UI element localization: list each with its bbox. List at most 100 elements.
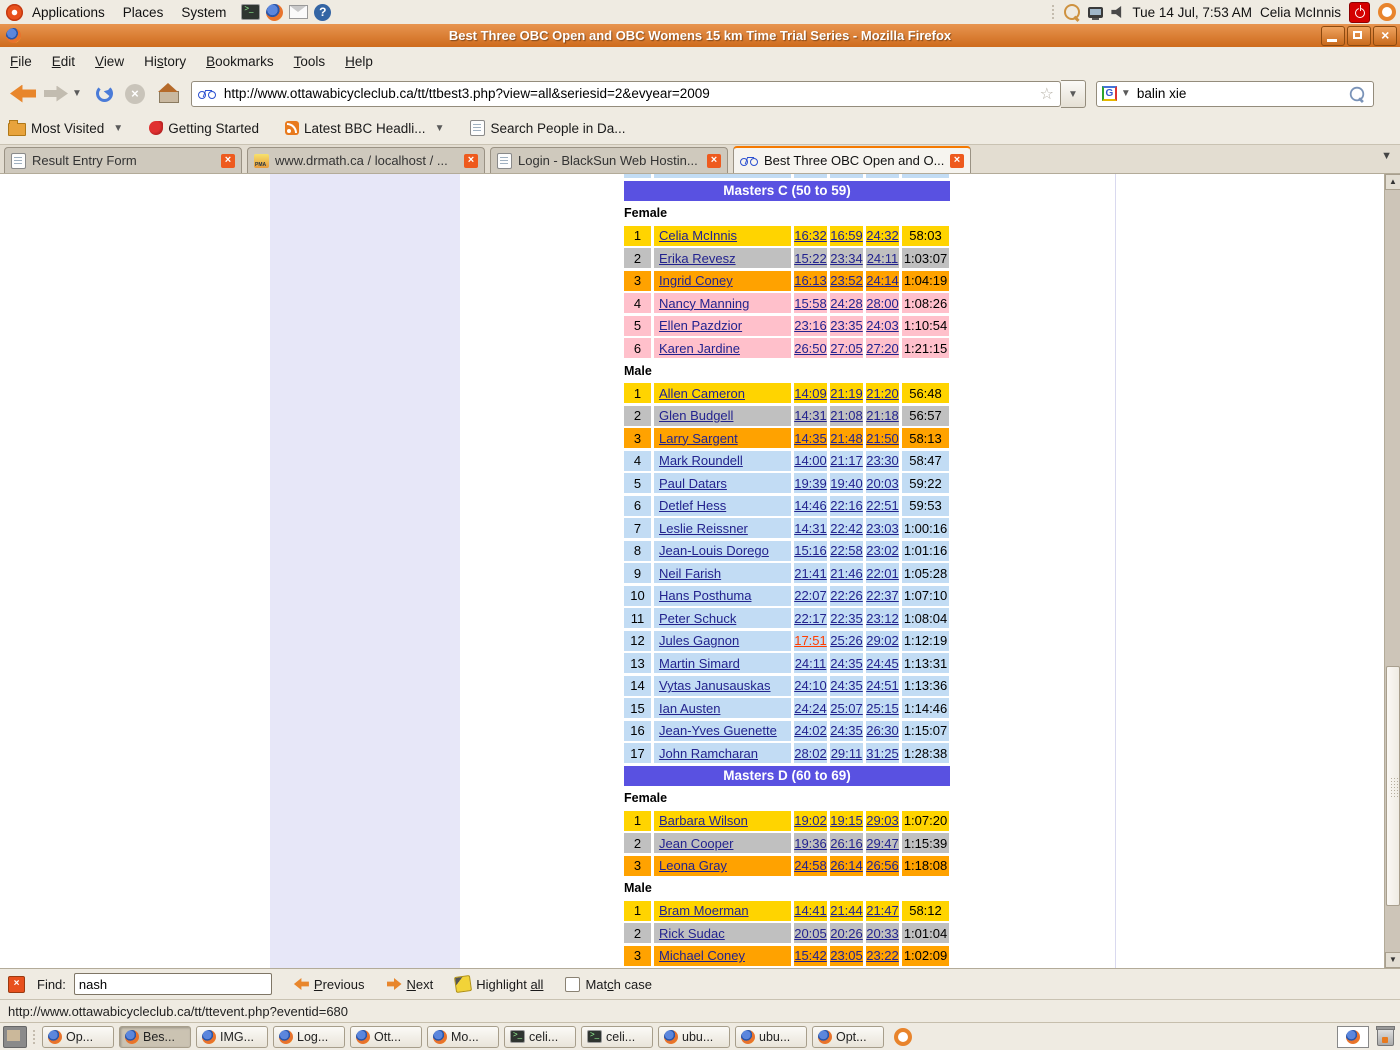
menu-bookmarks[interactable]: Bookmarks <box>196 54 284 69</box>
rider-link[interactable]: Nancy Manning <box>659 296 749 311</box>
time-link[interactable]: 16:32 <box>794 228 827 243</box>
taskbar-window-button[interactable]: ubu... <box>735 1025 807 1048</box>
scroll-up-icon[interactable]: ▲ <box>1385 174 1400 190</box>
rider-link[interactable]: Jean-Louis Dorego <box>659 543 769 558</box>
maximize-button[interactable] <box>1347 25 1371 46</box>
show-desktop-button[interactable] <box>3 1025 27 1048</box>
time-link[interactable]: 22:37 <box>866 588 899 603</box>
rider-link[interactable]: Erika Revesz <box>659 251 736 266</box>
time-link[interactable]: 23:52 <box>830 273 863 288</box>
time-link[interactable]: 24:32 <box>866 228 899 243</box>
volume-tray-icon[interactable] <box>1111 6 1122 18</box>
time-link[interactable]: 22:26 <box>830 588 863 603</box>
time-link[interactable]: 21:44 <box>830 903 863 918</box>
rider-link[interactable]: Neil Farish <box>659 566 721 581</box>
time-link[interactable]: 14:09 <box>794 386 827 401</box>
forward-button-icon[interactable] <box>44 85 68 102</box>
rider-link[interactable]: Leslie Reissner <box>659 521 748 536</box>
loading-app-icon[interactable] <box>894 1027 912 1046</box>
rider-link[interactable]: Barbara Wilson <box>659 813 748 828</box>
tab-overflow-icon[interactable]: ▼ <box>1381 150 1392 162</box>
display-tray-icon[interactable] <box>1088 6 1104 20</box>
time-link[interactable]: 23:34 <box>830 251 863 266</box>
rider-link[interactable]: Mark Roundell <box>659 453 743 468</box>
search-tray-icon[interactable] <box>1064 4 1081 20</box>
time-link[interactable]: 23:03 <box>866 521 899 536</box>
time-link[interactable]: 25:07 <box>830 701 863 716</box>
bookmark-dropdown-icon[interactable]: ▼ <box>113 123 123 134</box>
time-link[interactable]: 22:42 <box>830 521 863 536</box>
time-link[interactable]: 22:51 <box>866 498 899 513</box>
time-link[interactable]: 25:26 <box>830 633 863 648</box>
menu-edit[interactable]: Edit <box>42 54 85 69</box>
taskbar-window-button[interactable]: IMG... <box>196 1025 268 1048</box>
find-input[interactable] <box>73 973 272 995</box>
tab-close-icon[interactable]: × <box>950 153 964 168</box>
back-button-icon[interactable] <box>10 84 36 103</box>
search-box[interactable]: G ▼ <box>1095 80 1374 107</box>
rider-link[interactable]: Larry Sargent <box>659 431 738 446</box>
bookmark-item[interactable]: Latest BBC Headli... ▼ <box>285 121 444 136</box>
vertical-scrollbar[interactable]: ▲ ▼ <box>1384 174 1400 968</box>
rider-link[interactable]: Glen Budgell <box>659 408 733 423</box>
menu-history[interactable]: History <box>134 54 196 69</box>
tab-close-icon[interactable]: × <box>707 153 721 168</box>
time-link[interactable]: 21:46 <box>830 566 863 581</box>
rider-link[interactable]: Detlef Hess <box>659 498 726 513</box>
time-link[interactable]: 15:22 <box>794 251 827 266</box>
time-link[interactable]: 21:20 <box>866 386 899 401</box>
time-link[interactable]: 27:05 <box>830 341 863 356</box>
rider-link[interactable]: Ian Austen <box>659 701 720 716</box>
taskbar-window-button[interactable]: Ott... <box>350 1025 422 1048</box>
time-link[interactable]: 15:42 <box>794 948 827 963</box>
time-link[interactable]: 20:26 <box>830 926 863 941</box>
find-close-icon[interactable]: × <box>8 975 25 993</box>
rider-link[interactable]: Michael Coney <box>659 948 745 963</box>
menu-places[interactable]: Places <box>114 5 173 20</box>
time-link[interactable]: 24:35 <box>830 723 863 738</box>
time-link[interactable]: 20:03 <box>866 476 899 491</box>
rider-link[interactable]: Jules Gagnon <box>659 633 739 648</box>
rider-link[interactable]: Karen Jardine <box>659 341 740 356</box>
time-link[interactable]: 19:40 <box>830 476 863 491</box>
time-link[interactable]: 21:17 <box>830 453 863 468</box>
time-link[interactable]: 29:02 <box>866 633 899 648</box>
rider-link[interactable]: Allen Cameron <box>659 386 745 401</box>
menu-tools[interactable]: Tools <box>284 54 336 69</box>
time-link[interactable]: 26:16 <box>830 836 863 851</box>
taskbar-window-button[interactable]: Op... <box>42 1025 114 1048</box>
reload-icon[interactable] <box>95 85 113 102</box>
time-link[interactable]: 15:58 <box>794 296 827 311</box>
time-link[interactable]: 23:02 <box>866 543 899 558</box>
time-link[interactable]: 22:16 <box>830 498 863 513</box>
time-link[interactable]: 14:35 <box>794 431 827 446</box>
window-titlebar[interactable]: Best Three OBC Open and OBC Womens 15 km… <box>0 24 1400 48</box>
time-link[interactable]: 19:15 <box>830 813 863 828</box>
url-dropdown-button[interactable]: ▼ <box>1060 79 1086 108</box>
time-link[interactable]: 22:01 <box>866 566 899 581</box>
taskbar-window-button[interactable]: Log... <box>273 1025 345 1048</box>
tab-close-icon[interactable]: × <box>221 153 235 168</box>
help-launcher-icon[interactable]: ? <box>314 3 332 21</box>
rider-link[interactable]: Vytas Janusauskas <box>659 678 771 693</box>
find-next-button[interactable]: Next <box>386 977 433 992</box>
time-link[interactable]: 24:02 <box>794 723 827 738</box>
taskbar-window-button[interactable]: Mo... <box>427 1025 499 1048</box>
terminal-launcher-icon[interactable] <box>241 4 261 20</box>
time-link[interactable]: 26:30 <box>866 723 899 738</box>
url-bar[interactable]: ☆ <box>190 80 1061 107</box>
time-link[interactable]: 14:41 <box>794 903 827 918</box>
rider-link[interactable]: Peter Schuck <box>659 611 736 626</box>
time-link[interactable]: 24:14 <box>866 273 899 288</box>
rider-link[interactable]: Jean-Yves Guenette <box>659 723 777 738</box>
rider-link[interactable]: Paul Datars <box>659 476 727 491</box>
time-link[interactable]: 19:02 <box>794 813 827 828</box>
power-button-icon[interactable] <box>1349 1 1370 23</box>
time-link[interactable]: 22:35 <box>830 611 863 626</box>
time-link[interactable]: 22:58 <box>830 543 863 558</box>
time-link[interactable]: 29:11 <box>831 746 863 761</box>
time-link[interactable]: 22:17 <box>794 611 827 626</box>
find-previous-button[interactable]: Previous <box>293 977 365 992</box>
firefox-launcher-icon[interactable] <box>266 3 284 21</box>
time-link[interactable]: 14:00 <box>794 453 827 468</box>
